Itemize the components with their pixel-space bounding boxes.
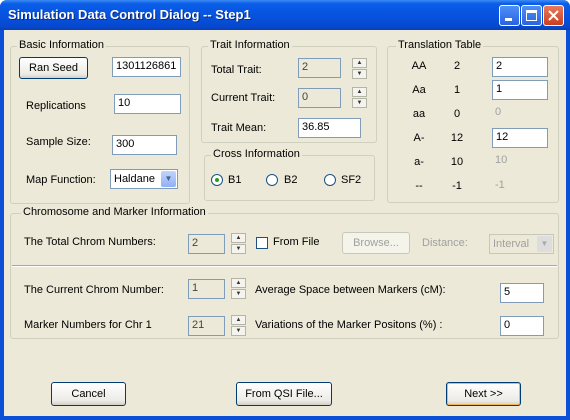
current-chrom-label: The Current Chrom Number: bbox=[24, 284, 164, 296]
translation-value-disabled: 10 bbox=[495, 154, 508, 166]
sample-size-label: Sample Size: bbox=[26, 136, 91, 148]
translation-num: 1 bbox=[453, 84, 461, 96]
total-chrom-spinner[interactable]: ▲ ▼ bbox=[231, 233, 246, 255]
dialog-window: Simulation Data Control Dialog -- Step1 … bbox=[0, 0, 570, 420]
trait-mean-label: Trait Mean: bbox=[211, 122, 267, 134]
translation-value-field[interactable]: 12 bbox=[492, 128, 548, 148]
divider bbox=[12, 265, 557, 267]
chevron-down-icon: ▼ bbox=[537, 236, 552, 252]
translation-code: Aa bbox=[412, 84, 426, 96]
current-trait-spinner[interactable]: ▲ ▼ bbox=[352, 87, 367, 109]
variation-label: Variations of the Marker Positons (%) : bbox=[255, 319, 443, 331]
radio-sf2-label: SF2 bbox=[341, 174, 362, 186]
replications-label: Replications bbox=[26, 100, 86, 112]
radio-sf2[interactable] bbox=[324, 174, 336, 186]
translation-code: AA bbox=[411, 60, 427, 72]
translation-code: aa bbox=[412, 108, 426, 120]
avg-space-field[interactable]: 5 bbox=[500, 283, 544, 303]
marker-numbers-label: Marker Numbers for Chr 1 bbox=[24, 319, 152, 331]
basic-info-label: Basic Information bbox=[17, 39, 106, 51]
radio-b2[interactable] bbox=[266, 174, 278, 186]
trait-info-label: Trait Information bbox=[208, 39, 292, 51]
total-trait-label: Total Trait: bbox=[211, 64, 262, 76]
total-chrom-field[interactable]: 2 bbox=[188, 234, 225, 254]
ran-seed-field[interactable]: 1301126861 bbox=[112, 57, 181, 77]
marker-numbers-field[interactable]: 21 bbox=[188, 316, 225, 336]
from-file-label: From File bbox=[273, 236, 320, 248]
dialog-client: Basic Information Ran Seed 1301126861 Re… bbox=[4, 30, 566, 416]
current-trait-field[interactable]: 0 bbox=[298, 88, 341, 108]
minimize-icon bbox=[505, 18, 512, 21]
cancel-button[interactable]: Cancel bbox=[51, 382, 126, 406]
trait-mean-field[interactable]: 36.85 bbox=[298, 118, 361, 138]
from-file-checkbox[interactable] bbox=[256, 237, 268, 249]
chevron-down-icon: ▼ bbox=[161, 171, 176, 187]
translation-num: 2 bbox=[453, 60, 461, 72]
translation-value-field[interactable]: 1 bbox=[492, 80, 548, 100]
current-chrom-spinner[interactable]: ▲ ▼ bbox=[231, 278, 246, 300]
title-bar[interactable]: Simulation Data Control Dialog -- Step1 bbox=[0, 0, 570, 30]
distance-label: Distance: bbox=[422, 237, 468, 249]
radio-b2-label: B2 bbox=[284, 174, 298, 186]
total-chrom-label: The Total Chrom Numbers: bbox=[24, 236, 156, 248]
distance-value: Interval bbox=[493, 238, 530, 250]
next-button[interactable]: Next >> bbox=[446, 382, 521, 406]
maximize-button[interactable] bbox=[521, 5, 542, 26]
translation-num: -1 bbox=[452, 180, 462, 192]
total-trait-spinner[interactable]: ▲ ▼ bbox=[352, 58, 367, 80]
map-function-value: Haldane bbox=[114, 173, 155, 185]
marker-numbers-spinner[interactable]: ▲ ▼ bbox=[231, 315, 246, 337]
cross-info-label: Cross Information bbox=[211, 148, 302, 160]
translation-table-label: Translation Table bbox=[396, 39, 484, 51]
translation-num: 12 bbox=[450, 132, 464, 144]
close-icon bbox=[548, 10, 559, 21]
translation-code: -- bbox=[415, 180, 423, 192]
translation-num: 10 bbox=[450, 156, 464, 168]
current-chrom-field[interactable]: 1 bbox=[188, 279, 225, 299]
map-function-label: Map Function: bbox=[26, 174, 96, 186]
translation-value-field[interactable]: 2 bbox=[492, 57, 548, 77]
variation-field[interactable]: 0 bbox=[500, 316, 544, 336]
replications-field[interactable]: 10 bbox=[114, 94, 181, 114]
translation-code: A- bbox=[413, 132, 425, 144]
translation-num: 0 bbox=[453, 108, 461, 120]
chrom-marker-label: Chromosome and Marker Information bbox=[21, 206, 208, 218]
minimize-button[interactable] bbox=[499, 5, 520, 26]
translation-value-disabled: 0 bbox=[495, 106, 502, 118]
radio-b1-label: B1 bbox=[228, 174, 242, 186]
radio-b1[interactable] bbox=[211, 174, 223, 186]
ran-seed-button[interactable]: Ran Seed bbox=[19, 57, 88, 79]
translation-code: a- bbox=[414, 156, 424, 168]
sample-size-field[interactable]: 300 bbox=[112, 135, 177, 155]
translation-value-disabled: -1 bbox=[495, 179, 505, 191]
distance-select[interactable]: Interval ▼ bbox=[489, 234, 554, 254]
map-function-select[interactable]: Haldane ▼ bbox=[110, 169, 178, 189]
window-title: Simulation Data Control Dialog -- Step1 bbox=[8, 7, 251, 22]
total-trait-field[interactable]: 2 bbox=[298, 58, 341, 78]
avg-space-label: Average Space between Markers (cM): bbox=[255, 284, 446, 296]
close-button[interactable] bbox=[543, 5, 564, 26]
from-qsi-file-button[interactable]: From QSI File... bbox=[236, 382, 332, 406]
maximize-icon bbox=[526, 10, 537, 21]
browse-button[interactable]: Browse... bbox=[342, 232, 410, 254]
current-trait-label: Current Trait: bbox=[211, 92, 276, 104]
